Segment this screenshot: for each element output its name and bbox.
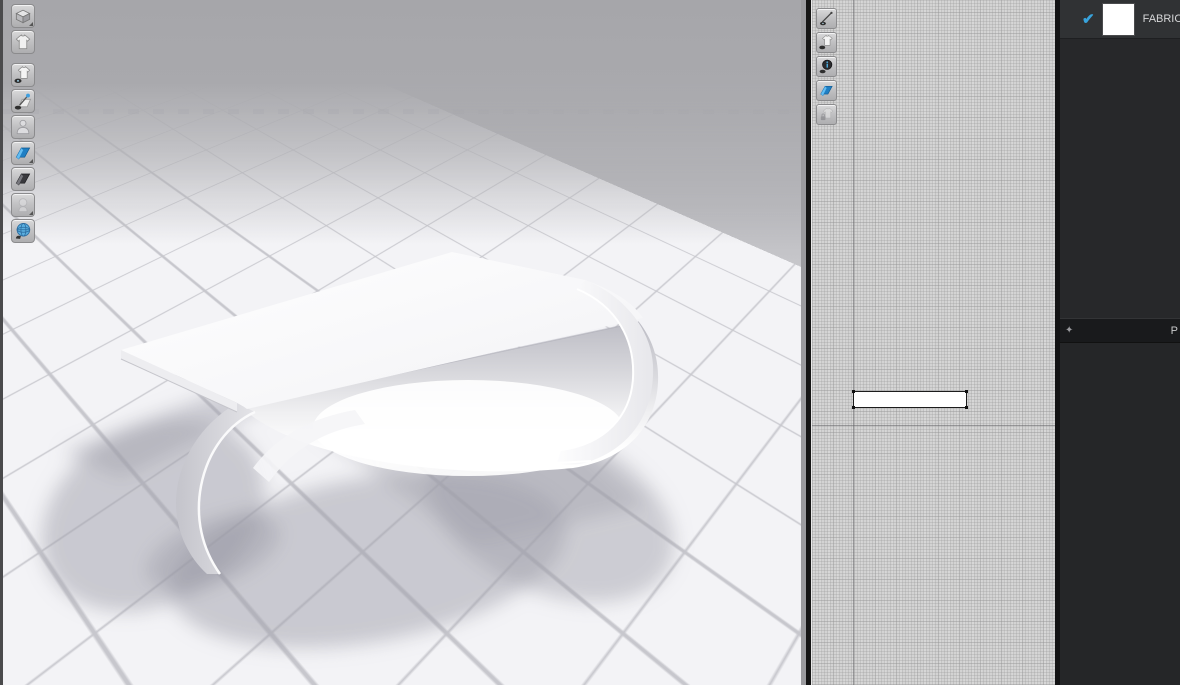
fabric-list-item[interactable]: ✔ FABRIC 2 — [1060, 0, 1180, 39]
property-section-bar[interactable]: ✦ P — [1060, 318, 1180, 343]
fabric-fold-dark-icon — [15, 173, 31, 186]
browser-empty-area — [1060, 39, 1180, 318]
pattern-grid-guide-horizontal — [812, 425, 1055, 426]
table-model[interactable] — [3, 0, 801, 685]
app-window: ✔ FABRIC 2 ✦ P — [0, 0, 1180, 685]
property-empty-area — [1060, 343, 1180, 685]
show-pattern-garment-button[interactable] — [816, 32, 837, 53]
show-pattern-info-button[interactable] — [816, 56, 837, 77]
show-stitches-button[interactable] — [816, 8, 837, 29]
show-pattern-fabric-button[interactable] — [816, 80, 837, 101]
2d-show-toolbar — [816, 8, 837, 128]
panel-divider-3d-2d[interactable] — [801, 0, 811, 685]
pattern-point[interactable] — [852, 406, 855, 409]
tshirt-icon — [15, 34, 31, 50]
show-avatar-head-button[interactable] — [11, 193, 35, 217]
3d-viewport[interactable] — [3, 0, 801, 685]
tshirt-visibility-icon — [819, 34, 833, 50]
lock-pattern-button[interactable] — [816, 104, 837, 125]
pattern-piece[interactable] — [852, 390, 968, 409]
pattern-point[interactable] — [965, 406, 968, 409]
submenu-corner — [29, 211, 33, 215]
globe-icon — [15, 223, 31, 239]
property-bar-label: P — [1170, 324, 1178, 337]
pin-visibility-icon — [14, 93, 32, 110]
show-pins-button[interactable] — [11, 89, 35, 113]
pattern-point[interactable] — [965, 390, 968, 393]
tshirt-visibility-icon — [14, 66, 31, 83]
show-fabric-blue-button[interactable] — [11, 141, 35, 165]
submenu-corner — [29, 22, 33, 26]
submenu-corner — [29, 159, 33, 163]
3d-show-toolbar — [11, 4, 35, 245]
fabric-swatch[interactable] — [1101, 2, 1135, 36]
needle-visibility-icon — [819, 11, 833, 26]
show-fabric-dark-button[interactable] — [11, 167, 35, 191]
avatar-icon — [16, 119, 30, 135]
collapse-arrow-icon: ✦ — [1065, 324, 1074, 336]
show-avatar-button[interactable] — [11, 115, 35, 139]
pattern-grid-guide-vertical — [853, 0, 854, 685]
fabric-fold-blue-icon — [820, 85, 833, 97]
fabric-label: FABRIC 2 — [1142, 13, 1180, 25]
show-3d-box-button[interactable] — [11, 4, 35, 28]
pattern-point[interactable] — [852, 390, 855, 393]
show-environment-button[interactable] — [11, 219, 35, 243]
object-browser-panel: ✔ FABRIC 2 ✦ P — [1060, 0, 1180, 685]
tshirt-locked-icon — [820, 107, 834, 121]
info-visibility-icon — [819, 59, 833, 74]
2d-pattern-panel[interactable] — [811, 0, 1055, 685]
show-garment-button[interactable] — [11, 30, 35, 54]
show-3d-garment-button[interactable] — [11, 63, 35, 87]
fabric-checkmark-icon[interactable]: ✔ — [1082, 12, 1095, 27]
